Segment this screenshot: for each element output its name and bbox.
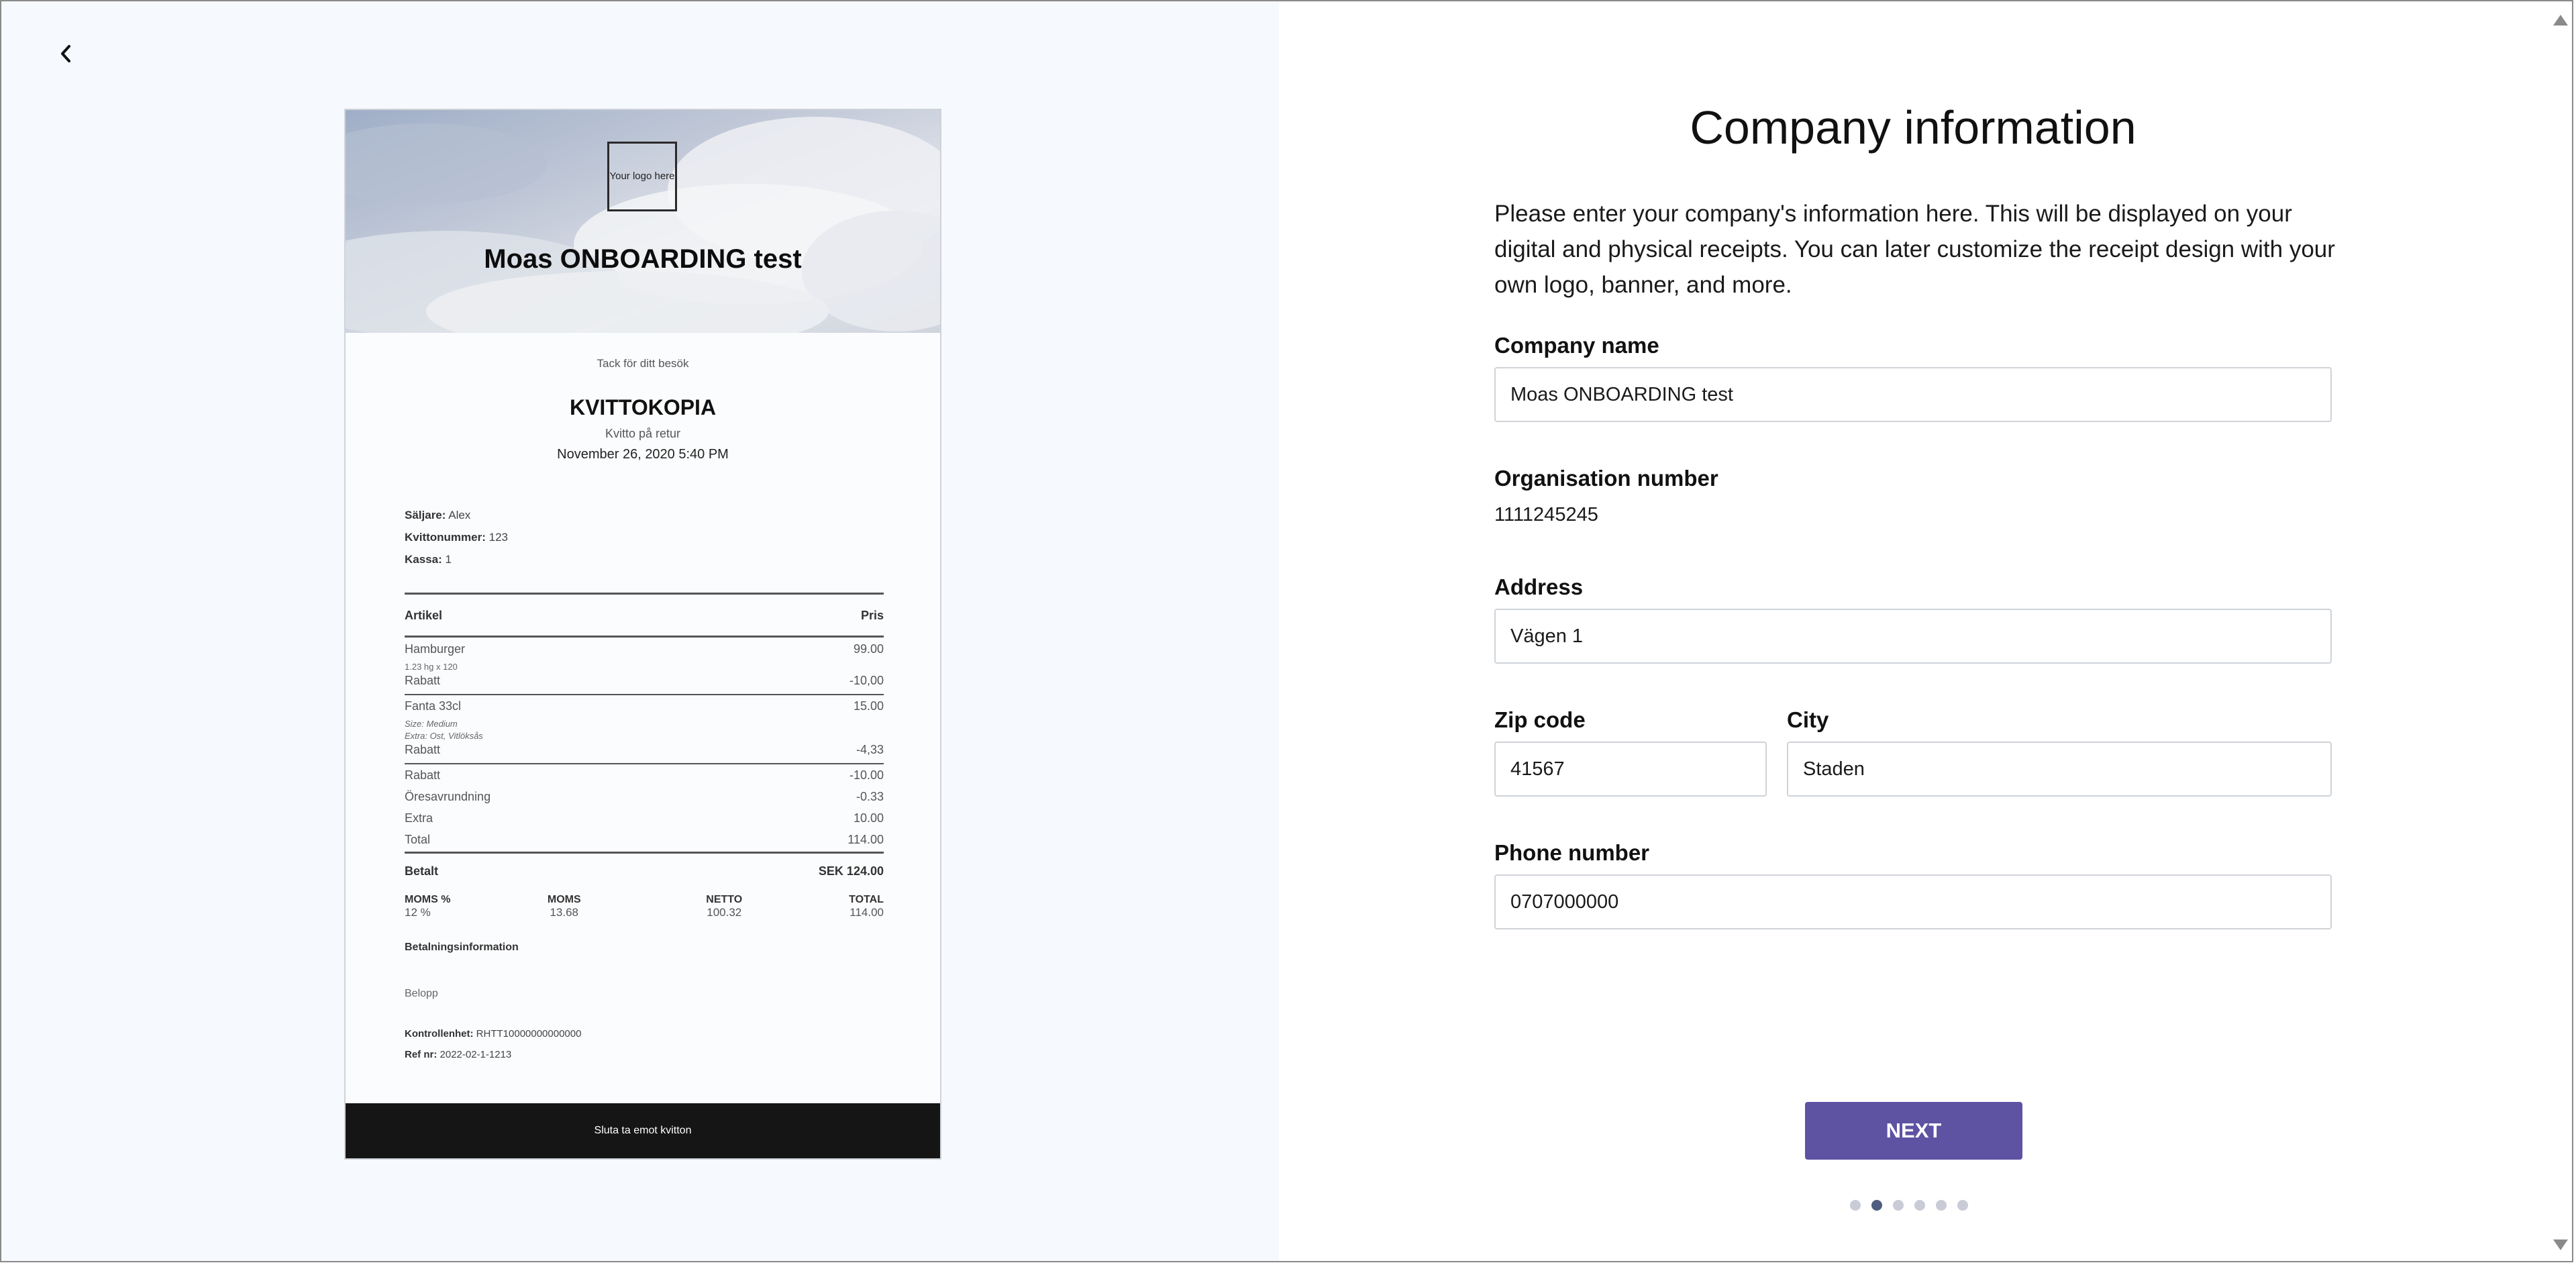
receipt-footer-link[interactable]: Sluta ta emot kvitton (346, 1103, 940, 1158)
divider (405, 593, 884, 595)
receipt-thanks: Tack för ditt besök (597, 357, 689, 370)
receipt-line-item: Rabatt -10,00 (405, 674, 884, 687)
city-label: City (1787, 707, 1829, 732)
receipt-line-item: Rabatt -10.00 (405, 768, 884, 782)
vertical-scrollbar[interactable] (2549, 1, 2572, 1261)
company-name-input[interactable]: Moas ONBOARDING test (1494, 367, 2332, 422)
receipt-line-item: Fanta 33cl 15.00 (405, 699, 884, 713)
receipt-date: November 26, 2020 5:40 PM (557, 447, 729, 462)
receipt-line-item: Extra 10.00 (405, 811, 884, 825)
zip-code-label: Zip code (1494, 707, 1586, 732)
chevron-left-icon (61, 45, 70, 62)
step-dot (1957, 1200, 1968, 1211)
next-button[interactable]: NEXT (1805, 1102, 2022, 1160)
company-info-form: Company information Please enter your co… (1279, 1, 2547, 1261)
receipt-ref-number: Ref nr: 2022-02-1-1213 (405, 1049, 512, 1060)
receipt-line-item: Rabatt -4,33 (405, 743, 884, 756)
receipt-seller: Säljare: Alex (405, 509, 471, 521)
divider (405, 763, 884, 764)
address-label: Address (1494, 574, 1584, 599)
divider (405, 636, 884, 638)
phone-number-label: Phone number (1494, 840, 1650, 865)
divider (405, 852, 884, 854)
step-dot (1893, 1200, 1904, 1211)
back-button[interactable] (51, 39, 81, 68)
receipt-preview-panel: Your logo here Moas ONBOARDING test Tack… (1, 1, 1279, 1261)
receipt-register: Kassa: 1 (405, 553, 452, 566)
receipt-subheading: Kvitto på retur (605, 427, 681, 440)
receipt-preview: Your logo here Moas ONBOARDING test Tack… (344, 109, 941, 1160)
step-dot (1936, 1200, 1947, 1211)
receipt-paid: Betalt SEK 124.00 (405, 864, 884, 878)
receipt-payment-info: Betalningsinformation (405, 942, 519, 953)
receipt-line-item: Extra: Ost, Vitlöksås (405, 731, 483, 741)
phone-number-input[interactable]: 0707000000 (1494, 874, 2332, 929)
app-window: Your logo here Moas ONBOARDING test Tack… (0, 0, 2573, 1262)
receipt-control-unit: Kontrollenhet: RHTT10000000000000 (405, 1028, 582, 1040)
receipt-total: Total 114.00 (405, 833, 884, 846)
receipt-amount-label: Belopp (405, 988, 438, 999)
city-input[interactable]: Staden (1787, 742, 2332, 797)
receipt-banner: Your logo here Moas ONBOARDING test (346, 110, 940, 333)
receipt-line-item: Öresavrundning -0.33 (405, 790, 884, 803)
org-number-value: 1111245245 (1494, 504, 1598, 525)
receipt-line-item: 1.23 hg x 120 (405, 662, 458, 672)
org-number-label: Organisation number (1494, 466, 1718, 491)
address-input[interactable]: Vägen 1 (1494, 609, 2332, 664)
receipt-line-item: Hamburger 99.00 (405, 642, 884, 656)
scroll-down-arrow-icon[interactable] (2553, 1239, 2568, 1250)
intro-text: Please enter your company's information … (1494, 201, 2335, 298)
zip-code-input[interactable]: 41567 (1494, 742, 1767, 797)
scroll-up-arrow-icon[interactable] (2553, 15, 2568, 26)
receipt-number: Kvittonummer: 123 (405, 531, 509, 544)
receipt-line-item: Size: Medium (405, 719, 458, 729)
receipt-store-name: Moas ONBOARDING test (484, 244, 802, 274)
company-name-label: Company name (1494, 333, 1659, 358)
page-title: Company information (1690, 101, 2136, 154)
step-indicator (1850, 1200, 1968, 1211)
receipt-heading: KVITTOKOPIA (569, 395, 717, 419)
step-dot-active (1871, 1200, 1882, 1211)
step-dot (1914, 1200, 1925, 1211)
receipt-vat-table: MOMS % MOMS NETTO TOTAL 12 % 13.68 100.3… (405, 894, 884, 919)
logo-placeholder: Your logo here (607, 142, 677, 211)
step-dot (1850, 1200, 1861, 1211)
divider (405, 694, 884, 695)
receipt-table-header: Artikel Pris (405, 609, 884, 622)
